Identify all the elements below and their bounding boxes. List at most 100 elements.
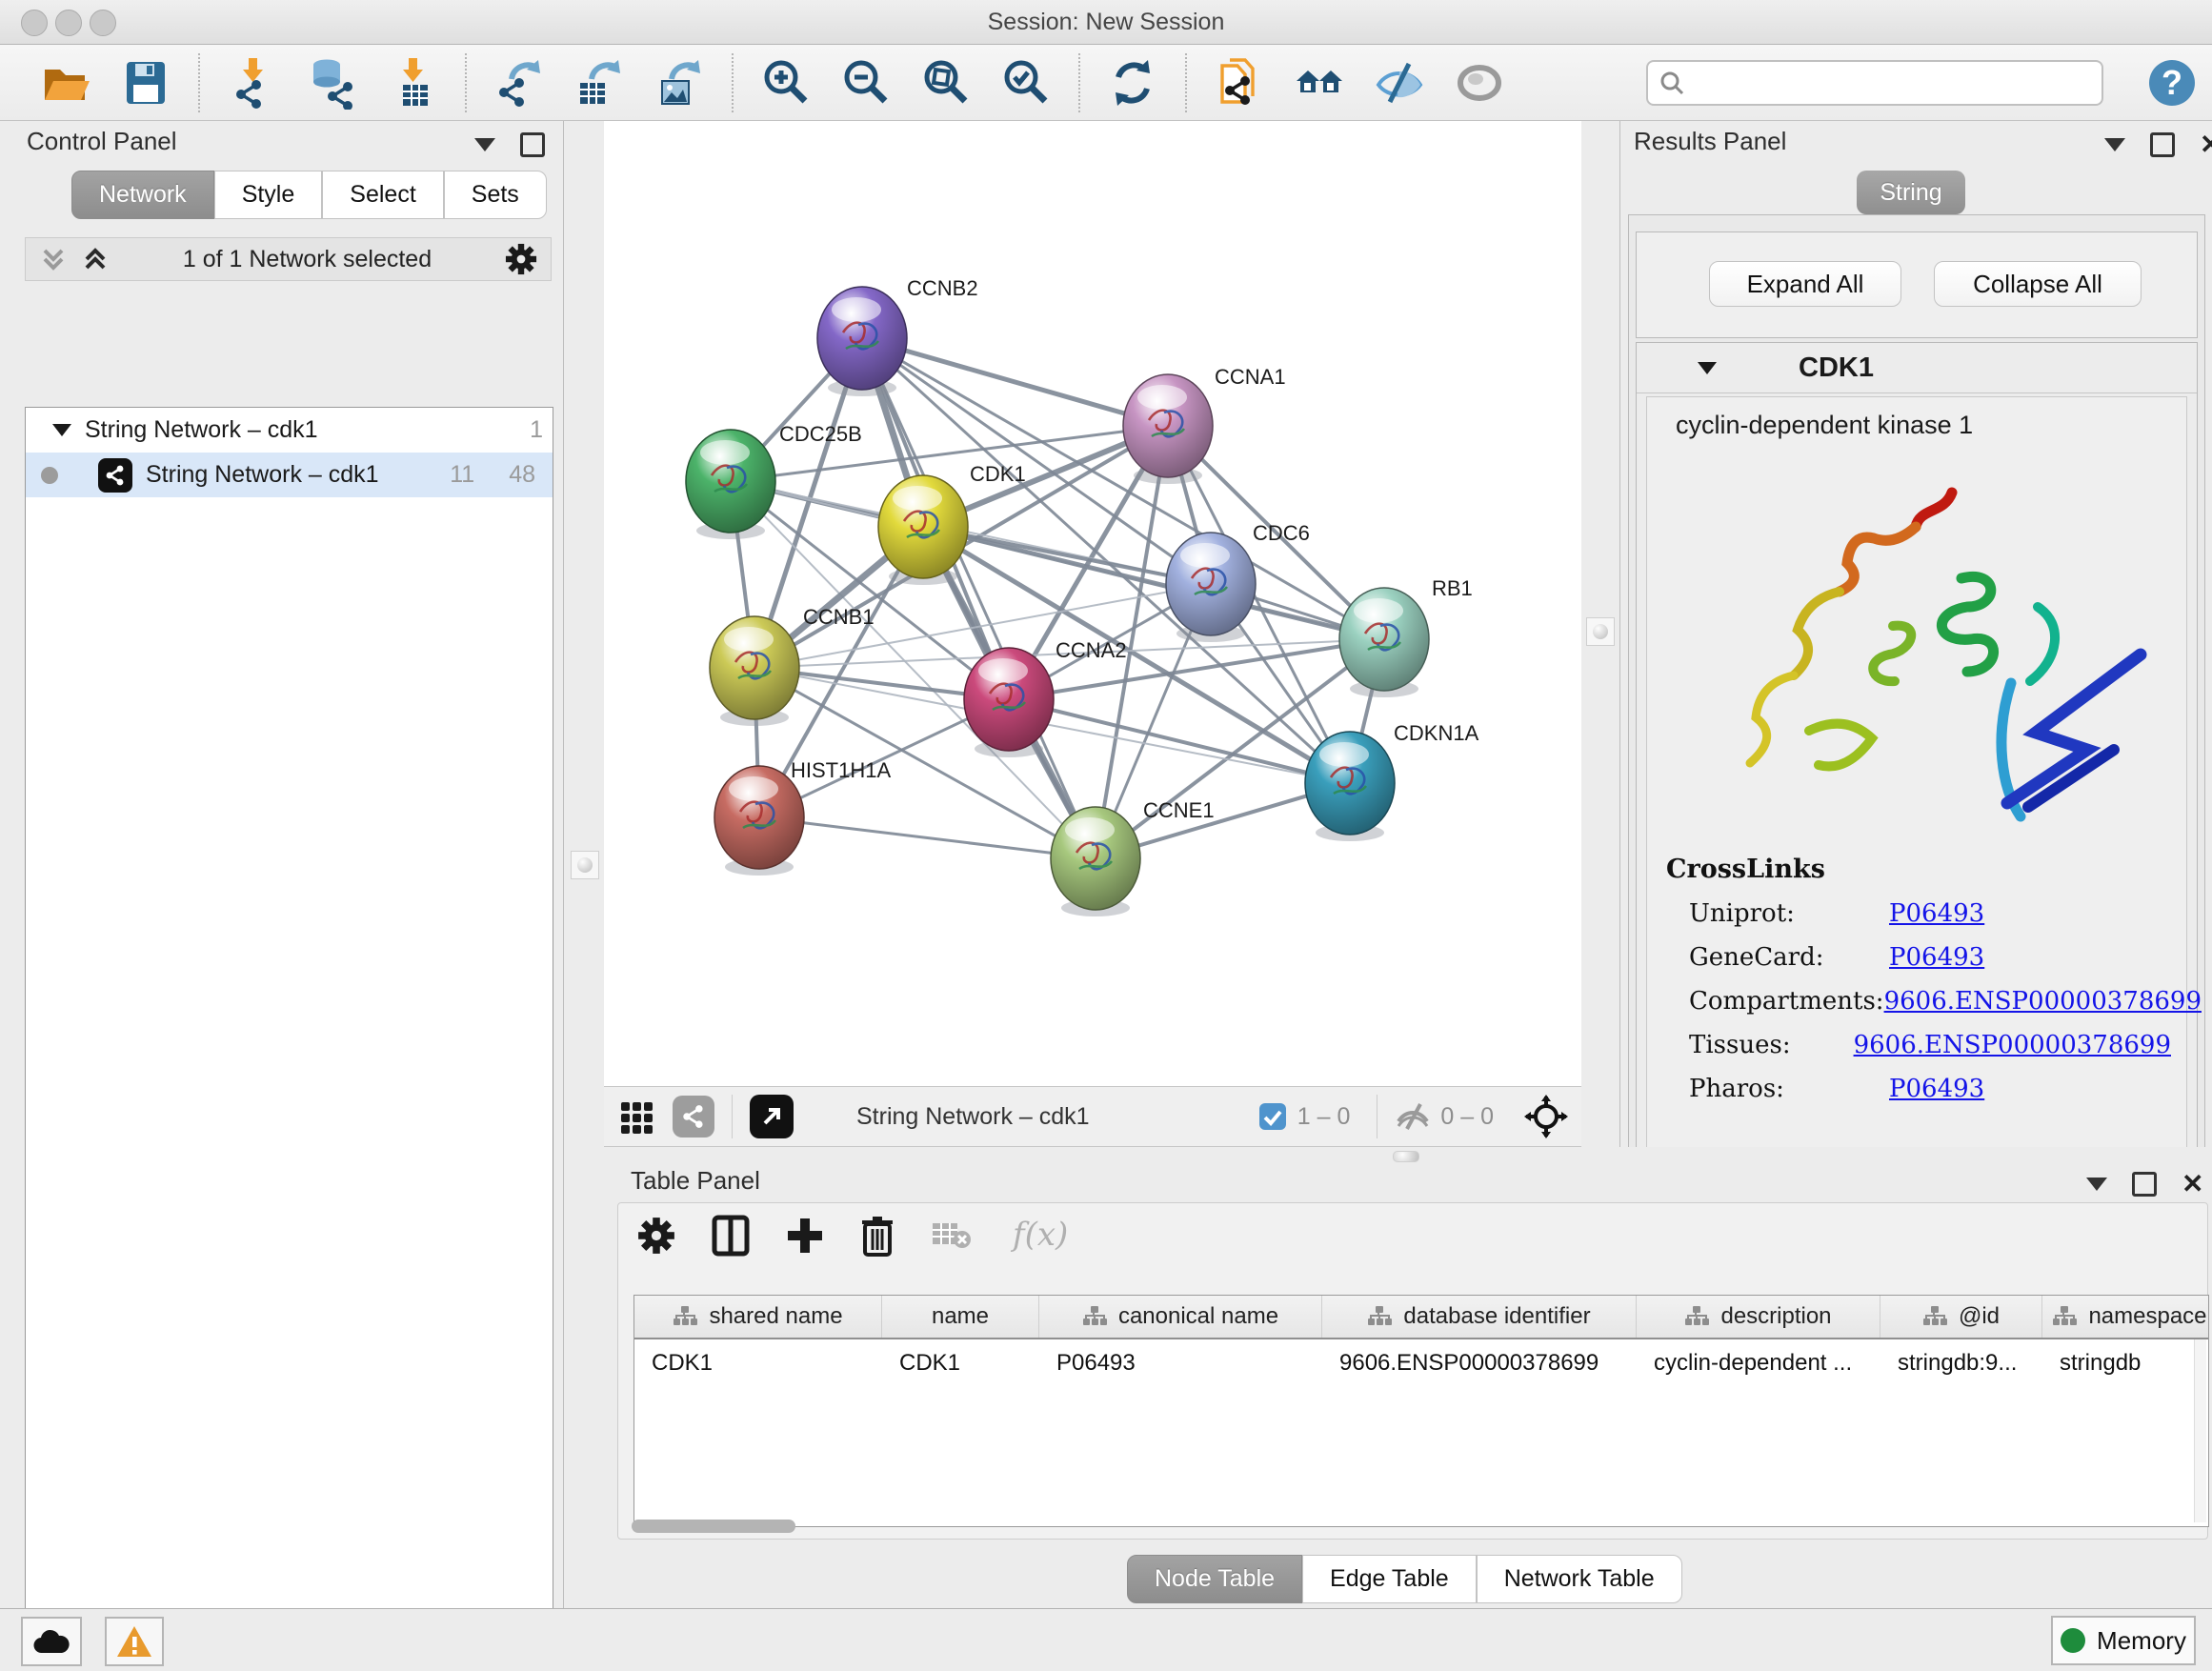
export-network-button[interactable]	[492, 55, 547, 111]
tab-node-table[interactable]: Node Table	[1127, 1555, 1302, 1603]
import-network-database-button[interactable]	[305, 55, 360, 111]
node-CDC25B[interactable]: CDC25B	[686, 422, 862, 539]
expand-all-button[interactable]: Expand All	[1709, 261, 1901, 307]
create-column-plus-button[interactable]	[786, 1217, 824, 1255]
node-CCNA2[interactable]: CCNA2	[964, 638, 1127, 757]
column-header-id[interactable]: @id	[1880, 1296, 2042, 1338]
right-splitter-handle[interactable]	[1586, 617, 1615, 646]
open-session-button[interactable]	[38, 55, 93, 111]
export-image-button[interactable]	[652, 55, 707, 111]
collapse-all-button[interactable]: Collapse All	[1934, 261, 2142, 307]
column-header-description[interactable]: description	[1637, 1296, 1880, 1338]
table-panel-float-icon[interactable]	[2132, 1172, 2157, 1197]
horizontal-splitter-handle[interactable]	[1393, 1151, 1419, 1162]
help-button[interactable]: ?	[2145, 55, 2199, 111]
node-CDC6[interactable]: CDC6	[1166, 521, 1310, 642]
node-RB1[interactable]: RB1	[1339, 576, 1473, 697]
network-options-gear-icon[interactable]	[505, 243, 537, 275]
network-canvas[interactable]: CCNB2 CCNA1 CDC25B	[604, 121, 1581, 1086]
crosslink-link[interactable]: P06493	[1889, 1075, 1984, 1103]
crosslink-link[interactable]: 9606.ENSP00000378699	[1854, 1031, 2171, 1059]
cell-id[interactable]: stringdb:9...	[1880, 1350, 2042, 1377]
expand-all-networks-icon[interactable]	[39, 245, 68, 273]
right-splitter[interactable]	[1581, 121, 1619, 1153]
cloud-button[interactable]	[21, 1617, 82, 1666]
tab-network[interactable]: Network	[71, 171, 214, 219]
crosslinks-heading: CrossLinks	[1666, 855, 2171, 884]
cell-namespace[interactable]: stringdb	[2042, 1350, 2209, 1377]
results-panel-collapse-icon[interactable]	[2104, 138, 2125, 151]
column-header-shared-name[interactable]: shared name	[634, 1296, 882, 1338]
crosshair-icon[interactable]	[1524, 1095, 1568, 1138]
hidden-eye-slash-icon[interactable]	[1395, 1098, 1431, 1135]
apply-layout-button[interactable]	[1105, 55, 1160, 111]
network-graph[interactable]: CCNB2 CCNA1 CDC25B	[604, 121, 1581, 1086]
import-table-file-button[interactable]	[385, 55, 440, 111]
warnings-button[interactable]	[105, 1617, 164, 1666]
control-panel-collapse-icon[interactable]	[474, 138, 495, 151]
column-header-namespace[interactable]: namespace	[2042, 1296, 2209, 1338]
horizontal-splitter[interactable]	[604, 1147, 2212, 1164]
string-document-button[interactable]	[1212, 55, 1267, 111]
search-field[interactable]	[1646, 60, 2103, 106]
cell-name[interactable]: CDK1	[882, 1350, 1039, 1377]
zoom-fit-button[interactable]	[918, 55, 974, 111]
gene-expander-icon[interactable]	[1698, 362, 1717, 374]
cell-database-identifier[interactable]: 9606.ENSP00000378699	[1322, 1350, 1637, 1377]
import-network-file-button[interactable]	[225, 55, 280, 111]
selected-checkbox-icon[interactable]	[1257, 1101, 1288, 1132]
zoom-out-button[interactable]	[838, 55, 894, 111]
table-row[interactable]: CDK1CDK1P064939606.ENSP00000378699cyclin…	[634, 1339, 2208, 1387]
results-panel-float-icon[interactable]	[2150, 132, 2175, 157]
crosslink-link[interactable]: 9606.ENSP00000378699	[1884, 987, 2202, 1016]
memory-button[interactable]: Memory	[2051, 1616, 2196, 1665]
column-header-database-identifier[interactable]: database identifier	[1322, 1296, 1637, 1338]
table-panel-close-icon[interactable]: ✕	[2182, 1175, 2203, 1194]
cell-description[interactable]: cyclin-dependent ...	[1637, 1350, 1880, 1377]
compartments-houses-button[interactable]	[1292, 55, 1347, 111]
network-collection-row[interactable]: String Network – cdk1 1	[26, 408, 553, 453]
delete-column-trash-button[interactable]	[860, 1215, 895, 1257]
tab-style[interactable]: Style	[214, 171, 323, 219]
left-splitter[interactable]	[564, 121, 604, 1608]
search-input[interactable]	[1692, 69, 2090, 97]
tab-sets[interactable]: Sets	[444, 171, 547, 219]
results-panel-close-icon[interactable]: ✕	[2200, 135, 2212, 154]
table-settings-gear-button[interactable]	[637, 1217, 675, 1255]
collapse-all-networks-icon[interactable]	[81, 245, 110, 273]
crosslink-link[interactable]: P06493	[1889, 899, 1984, 928]
column-header-name[interactable]: name	[882, 1296, 1039, 1338]
tab-select[interactable]: Select	[322, 171, 443, 219]
network-view-share-icon[interactable]	[673, 1096, 714, 1137]
zoom-selected-button[interactable]	[998, 55, 1054, 111]
node-CCNB1[interactable]: CCNB1	[710, 605, 875, 726]
table-panel-collapse-icon[interactable]	[2086, 1178, 2107, 1191]
cell-canonical-name[interactable]: P06493	[1039, 1350, 1322, 1377]
detach-view-icon[interactable]	[750, 1095, 794, 1138]
crosslink-link[interactable]: P06493	[1889, 943, 1984, 972]
node-HIST1H1A[interactable]: HIST1H1A	[714, 758, 891, 876]
save-session-button[interactable]	[118, 55, 173, 111]
zoom-in-button[interactable]	[758, 55, 814, 111]
hide-nodes-eye-slash-button[interactable]	[1372, 55, 1427, 111]
left-splitter-handle[interactable]	[571, 851, 599, 879]
node-CDKN1A[interactable]: CDKN1A	[1305, 721, 1479, 841]
column-header-canonical-name[interactable]: canonical name	[1039, 1296, 1322, 1338]
tab-edge-table[interactable]: Edge Table	[1302, 1555, 1477, 1603]
node-CCNE1[interactable]: CCNE1	[1051, 798, 1215, 916]
network-row-selected[interactable]: String Network – cdk1 11 48	[26, 453, 553, 497]
graphics-details-eye-button[interactable]	[1452, 55, 1507, 111]
export-table-button[interactable]	[572, 55, 627, 111]
node-CCNB2[interactable]: CCNB2	[817, 276, 978, 396]
table-vertical-scrollbar[interactable]	[2194, 1339, 2206, 1522]
show-columns-button[interactable]	[712, 1215, 750, 1257]
tab-string[interactable]: String	[1857, 171, 1965, 214]
control-panel-float-icon[interactable]	[520, 132, 545, 157]
birds-eye-grid-icon[interactable]	[617, 1097, 657, 1137]
tab-network-table[interactable]: Network Table	[1477, 1555, 1682, 1603]
gene-header[interactable]: CDK1	[1637, 343, 2197, 393]
collection-expander-icon[interactable]	[52, 424, 71, 436]
node-CCNA1[interactable]: CCNA1	[1123, 365, 1286, 484]
table-horizontal-scrollbar[interactable]	[632, 1520, 795, 1533]
cell-shared-name[interactable]: CDK1	[634, 1350, 882, 1377]
